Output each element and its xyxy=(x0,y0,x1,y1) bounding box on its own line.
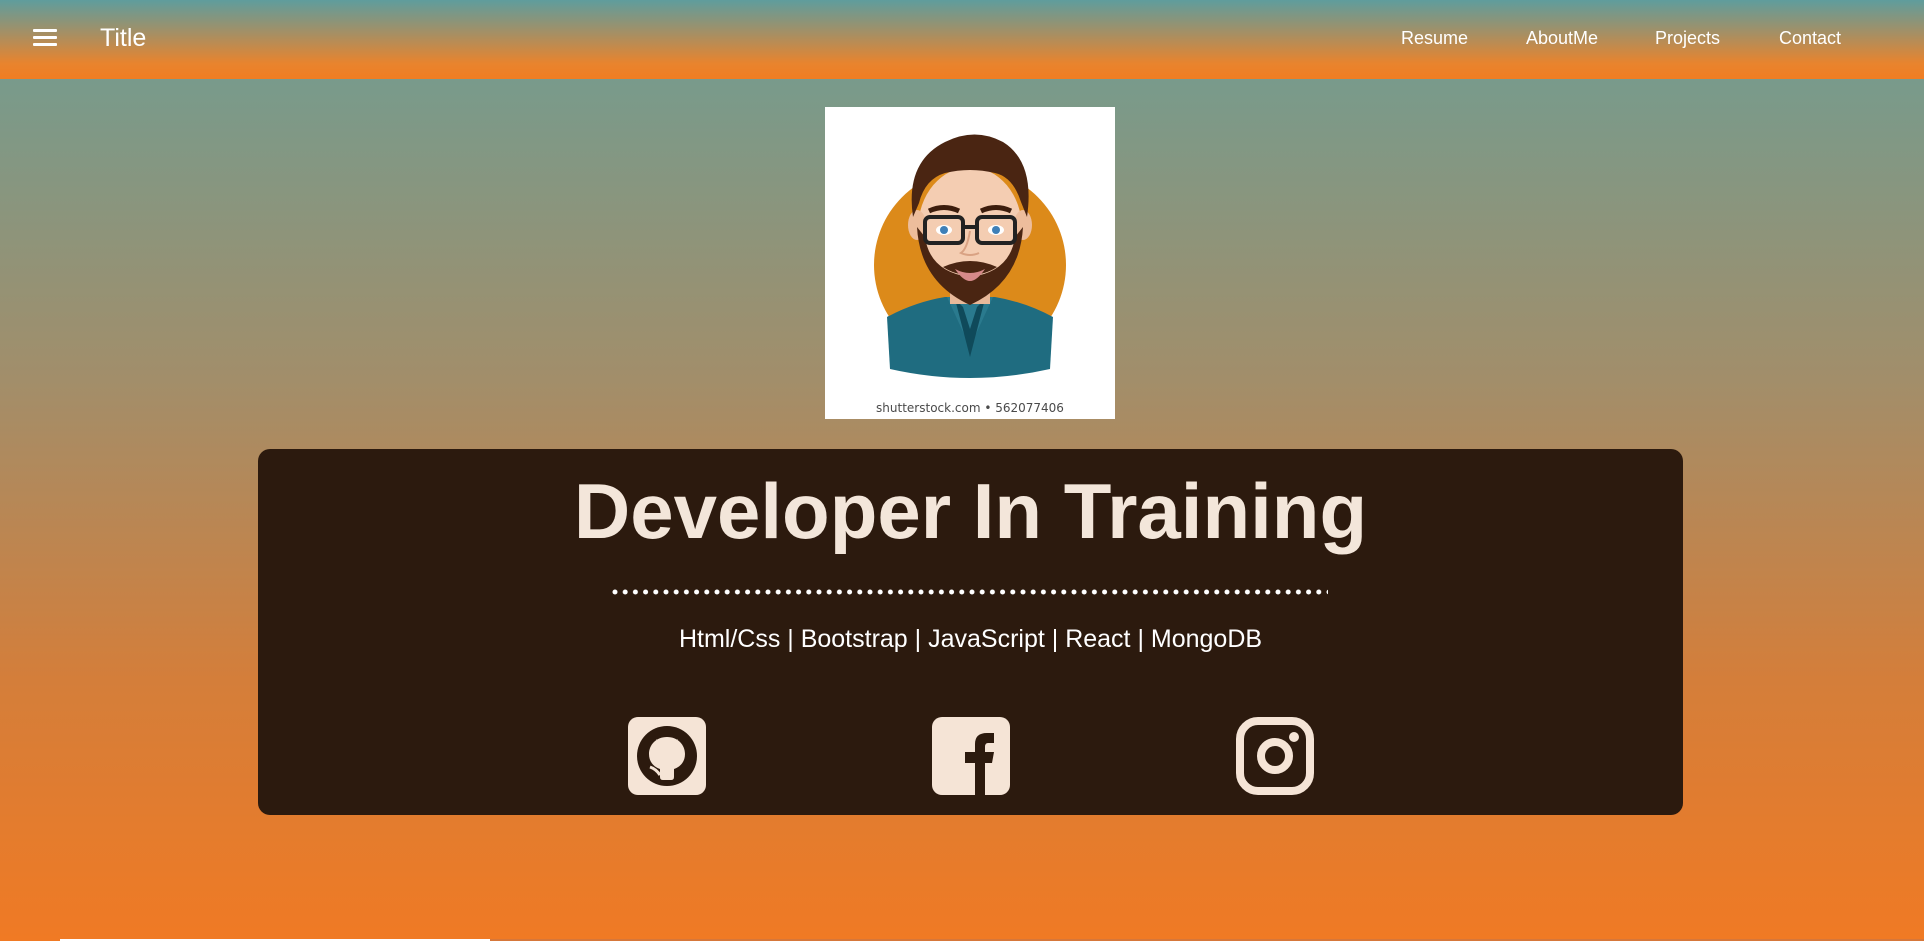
dotted-divider xyxy=(612,589,1328,595)
instagram-icon[interactable] xyxy=(1236,717,1314,795)
facebook-icon[interactable] xyxy=(932,717,1010,795)
hero-panel: Developer In Training Html/Css | Bootstr… xyxy=(258,449,1683,815)
github-icon[interactable] xyxy=(628,717,706,795)
avatar-image: shutterstock.com • 562077406 xyxy=(825,107,1115,419)
nav-link-resume[interactable]: Resume xyxy=(1401,28,1468,49)
nav-link-projects[interactable]: Projects xyxy=(1655,28,1720,49)
avatar-illustration xyxy=(874,134,1066,378)
nav-links: Resume AboutMe Projects Contact xyxy=(0,28,1924,52)
hero-title: Developer In Training xyxy=(573,467,1368,555)
skills-list: Html/Css | Bootstrap | JavaScript | Reac… xyxy=(678,625,1263,653)
nav-link-contact[interactable]: Contact xyxy=(1779,28,1841,49)
avatar-caption: shutterstock.com • 562077406 xyxy=(876,401,1064,415)
nav-link-aboutme[interactable]: AboutMe xyxy=(1526,28,1598,49)
navbar: Title Resume AboutMe Projects Contact xyxy=(0,0,1924,79)
